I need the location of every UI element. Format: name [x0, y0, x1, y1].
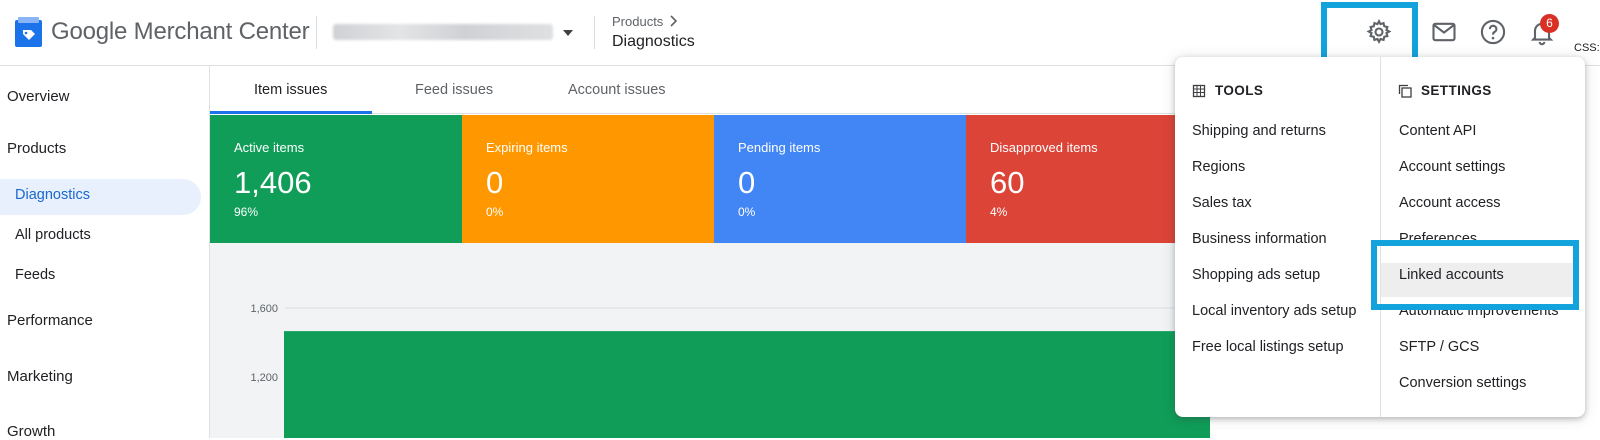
left-nav: Overview Products Diagnostics All produc…: [0, 66, 210, 440]
menu-item-regions[interactable]: Regions: [1192, 159, 1245, 175]
tile-value: 1,406: [234, 165, 312, 200]
settings-menu: TOOLS SETTINGS Shipping and returns Regi…: [1175, 57, 1585, 417]
tab-account-issues[interactable]: Account issues: [568, 82, 666, 98]
tile-disapproved-items[interactable]: Disapproved items 60 4%: [966, 115, 1210, 243]
item-status-chart: 1,600 1,200: [210, 243, 1210, 438]
menu-item-content-api[interactable]: Content API: [1399, 123, 1476, 139]
tile-active-items[interactable]: Active items 1,406 96%: [210, 115, 462, 243]
product-name: Google Merchant Center: [51, 18, 310, 45]
nav-all-products[interactable]: All products: [15, 227, 91, 243]
nav-feeds[interactable]: Feeds: [15, 267, 55, 283]
menu-item-account-settings[interactable]: Account settings: [1399, 159, 1505, 175]
nav-overview[interactable]: Overview: [7, 88, 70, 105]
tools-heading: TOOLS: [1215, 83, 1264, 98]
menu-item-business-information[interactable]: Business information: [1192, 231, 1327, 247]
tile-expiring-items[interactable]: Expiring items 0 0%: [462, 115, 714, 243]
tile-percent: 0%: [486, 205, 504, 219]
linked-accounts-annotation-box: [1371, 240, 1579, 310]
menu-item-account-access[interactable]: Account access: [1399, 195, 1501, 211]
menu-item-conversion-settings[interactable]: Conversion settings: [1399, 375, 1526, 391]
header-divider: [594, 16, 595, 49]
nav-marketing[interactable]: Marketing: [7, 368, 73, 385]
y-tick-label: 1,200: [250, 372, 278, 384]
header-divider: [316, 16, 317, 49]
settings-heading: SETTINGS: [1421, 83, 1492, 98]
tab-feed-issues[interactable]: Feed issues: [415, 82, 493, 98]
mail-icon[interactable]: [1430, 18, 1458, 46]
tile-title: Disapproved items: [990, 140, 1098, 155]
caret-down-icon: [563, 30, 573, 36]
merchant-center-logo-icon[interactable]: [15, 17, 42, 47]
chevron-right-icon: [670, 15, 678, 27]
settings-icon: [1398, 84, 1412, 98]
nav-growth[interactable]: Growth: [7, 423, 55, 440]
tile-title: Expiring items: [486, 140, 568, 155]
menu-item-local-inventory-ads-setup[interactable]: Local inventory ads setup: [1192, 303, 1356, 319]
page-title: Diagnostics: [612, 33, 695, 50]
tile-percent: 96%: [234, 205, 259, 219]
menu-column-divider: [1380, 57, 1381, 417]
tile-percent: 4%: [990, 205, 1008, 219]
css-label: CSS:: [1574, 42, 1600, 54]
breadcrumb-parent[interactable]: Products: [612, 14, 663, 29]
nav-products[interactable]: Products: [7, 140, 66, 157]
tile-pending-items[interactable]: Pending items 0 0%: [714, 115, 966, 243]
nav-diagnostics[interactable]: Diagnostics: [15, 187, 90, 203]
active-tab-underline: [210, 111, 372, 114]
menu-item-sales-tax[interactable]: Sales tax: [1192, 195, 1252, 211]
account-selector[interactable]: [333, 22, 578, 44]
y-tick-label: 1,600: [250, 303, 278, 315]
notification-badge: 6: [1540, 14, 1559, 33]
help-icon[interactable]: [1479, 18, 1507, 46]
menu-item-free-local-listings-setup[interactable]: Free local listings setup: [1192, 339, 1344, 355]
tools-icon: [1192, 84, 1206, 98]
tile-value: 0: [738, 165, 756, 200]
tile-title: Pending items: [738, 140, 821, 155]
tile-value: 0: [486, 165, 504, 200]
tile-percent: 0%: [738, 205, 756, 219]
chart-bar: [284, 331, 1210, 438]
tab-item-issues[interactable]: Item issues: [254, 82, 327, 98]
tile-value: 60: [990, 165, 1025, 200]
tile-title: Active items: [234, 140, 305, 155]
nav-performance[interactable]: Performance: [7, 312, 93, 329]
account-name-redacted: [333, 24, 553, 40]
issues-tabs: Item issues Feed issues Account issues: [210, 66, 1210, 114]
menu-item-shopping-ads-setup[interactable]: Shopping ads setup: [1192, 267, 1320, 283]
menu-item-sftp-gcs[interactable]: SFTP / GCS: [1399, 339, 1479, 355]
menu-item-shipping-and-returns[interactable]: Shipping and returns: [1192, 123, 1326, 139]
chart-svg: 1,600 1,200: [250, 303, 1210, 438]
